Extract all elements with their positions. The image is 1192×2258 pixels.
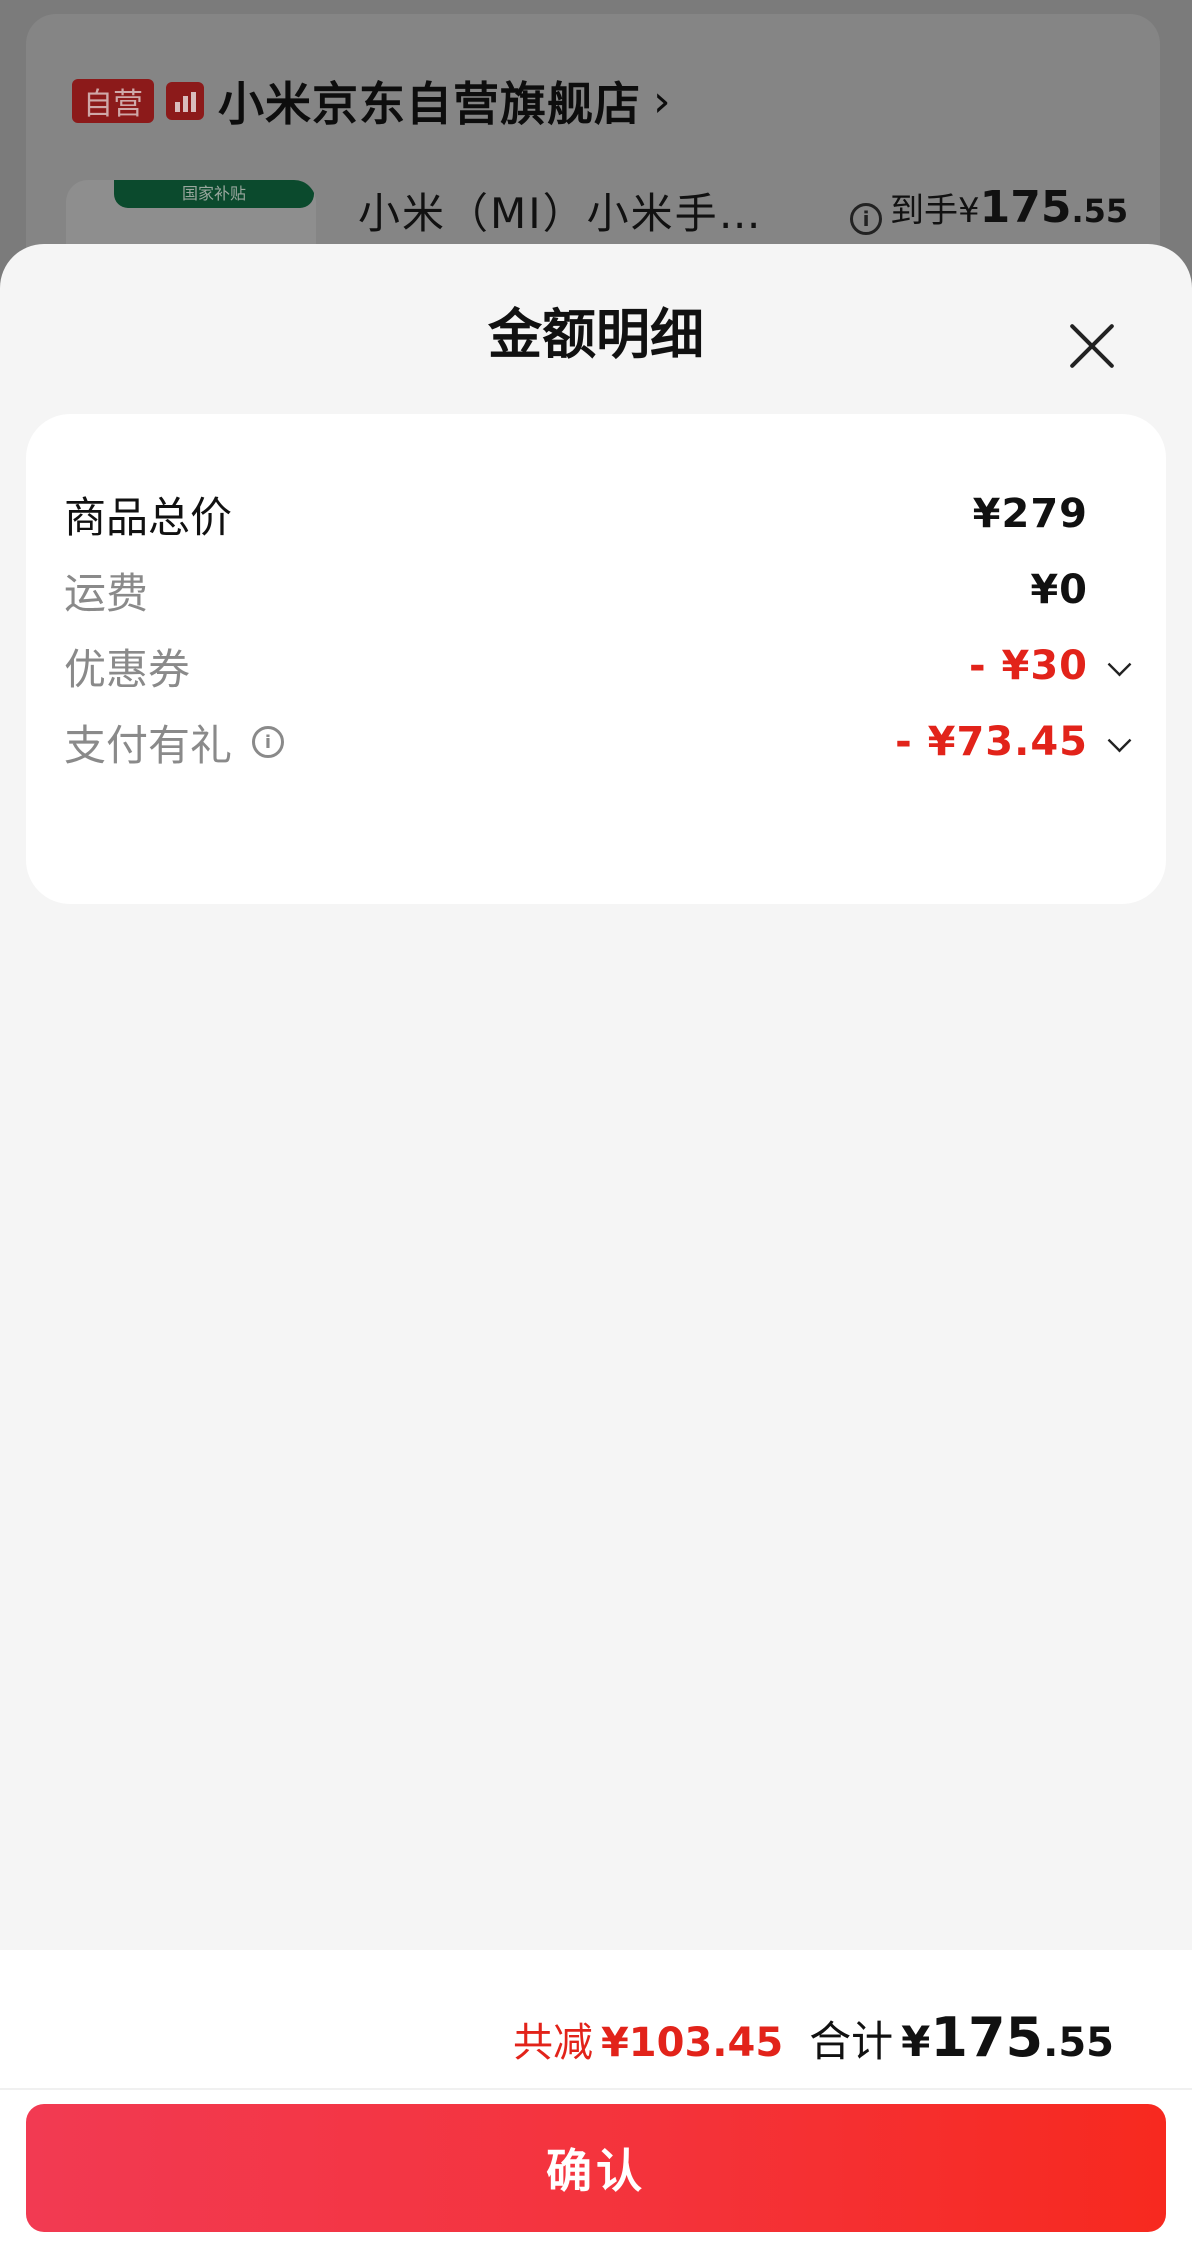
amount-detail-card: 商品总价 ¥279 运费 ¥0 优惠券 - ¥30 支付有礼 i - ¥73.4… [26, 414, 1166, 904]
product-final-price: i 到手 ¥ 175 .55 [850, 182, 1129, 235]
subsidy-tag: 国家补贴 [114, 180, 314, 208]
shop-header: 自营 小米京东自营旗舰店 › [72, 74, 671, 131]
shipping-value: ¥0 [1030, 567, 1088, 613]
chevron-down-icon[interactable] [1107, 728, 1132, 753]
row-goods-total: 商品总价 ¥279 [26, 474, 1166, 554]
grand-total-decimal: .55 [1043, 2020, 1114, 2066]
price-label: 到手 [890, 191, 958, 231]
goods-total-value: ¥279 [972, 491, 1088, 537]
discount-total-value: ¥103.45 [600, 2020, 784, 2066]
divider [0, 2088, 1192, 2090]
row-shipping: 运费 ¥0 [26, 550, 1166, 630]
payment-gift-label-group: 支付有礼 i [64, 712, 285, 773]
total-summary: 共减 ¥103.45 合计 ¥ 175 .55 [513, 2006, 1114, 2069]
info-icon[interactable]: i [252, 726, 285, 758]
shop-chevron-icon: › [653, 75, 671, 127]
discount-total-label: 共减 [512, 2020, 593, 2066]
sheet-title: 金额明细 [488, 303, 704, 366]
price-decimal: .55 [1071, 192, 1129, 230]
shipping-label: 运费 [64, 568, 149, 618]
grand-total-currency: ¥ [901, 2017, 931, 2066]
coupon-value: - ¥30 [968, 643, 1088, 689]
close-icon[interactable] [1064, 318, 1120, 374]
row-coupon[interactable]: 优惠券 - ¥30 [26, 626, 1166, 706]
footer-bar: 共减 ¥103.45 合计 ¥ 175 .55 确认 [0, 1950, 1192, 2258]
price-integer: 175 [979, 182, 1072, 233]
info-icon: i [850, 203, 882, 235]
chevron-down-icon[interactable] [1107, 652, 1132, 677]
payment-gift-label: 支付有礼 [64, 720, 233, 770]
coupon-label: 优惠券 [64, 644, 191, 694]
grand-total-integer: 175 [930, 2006, 1044, 2069]
goods-total-label: 商品总价 [64, 492, 233, 542]
bar-chart-icon [166, 82, 204, 120]
shop-name: 小米京东自营旗舰店 [218, 77, 641, 131]
self-operated-badge: 自营 [72, 79, 154, 123]
grand-total-label: 合计 [809, 2017, 894, 2066]
price-currency: ¥ [958, 191, 980, 231]
row-payment-gift[interactable]: 支付有礼 i - ¥73.45 [26, 702, 1166, 782]
product-name: 小米（MI）小米手… [358, 189, 763, 238]
confirm-button[interactable]: 确认 [26, 2104, 1166, 2232]
payment-gift-value: - ¥73.45 [895, 719, 1088, 765]
